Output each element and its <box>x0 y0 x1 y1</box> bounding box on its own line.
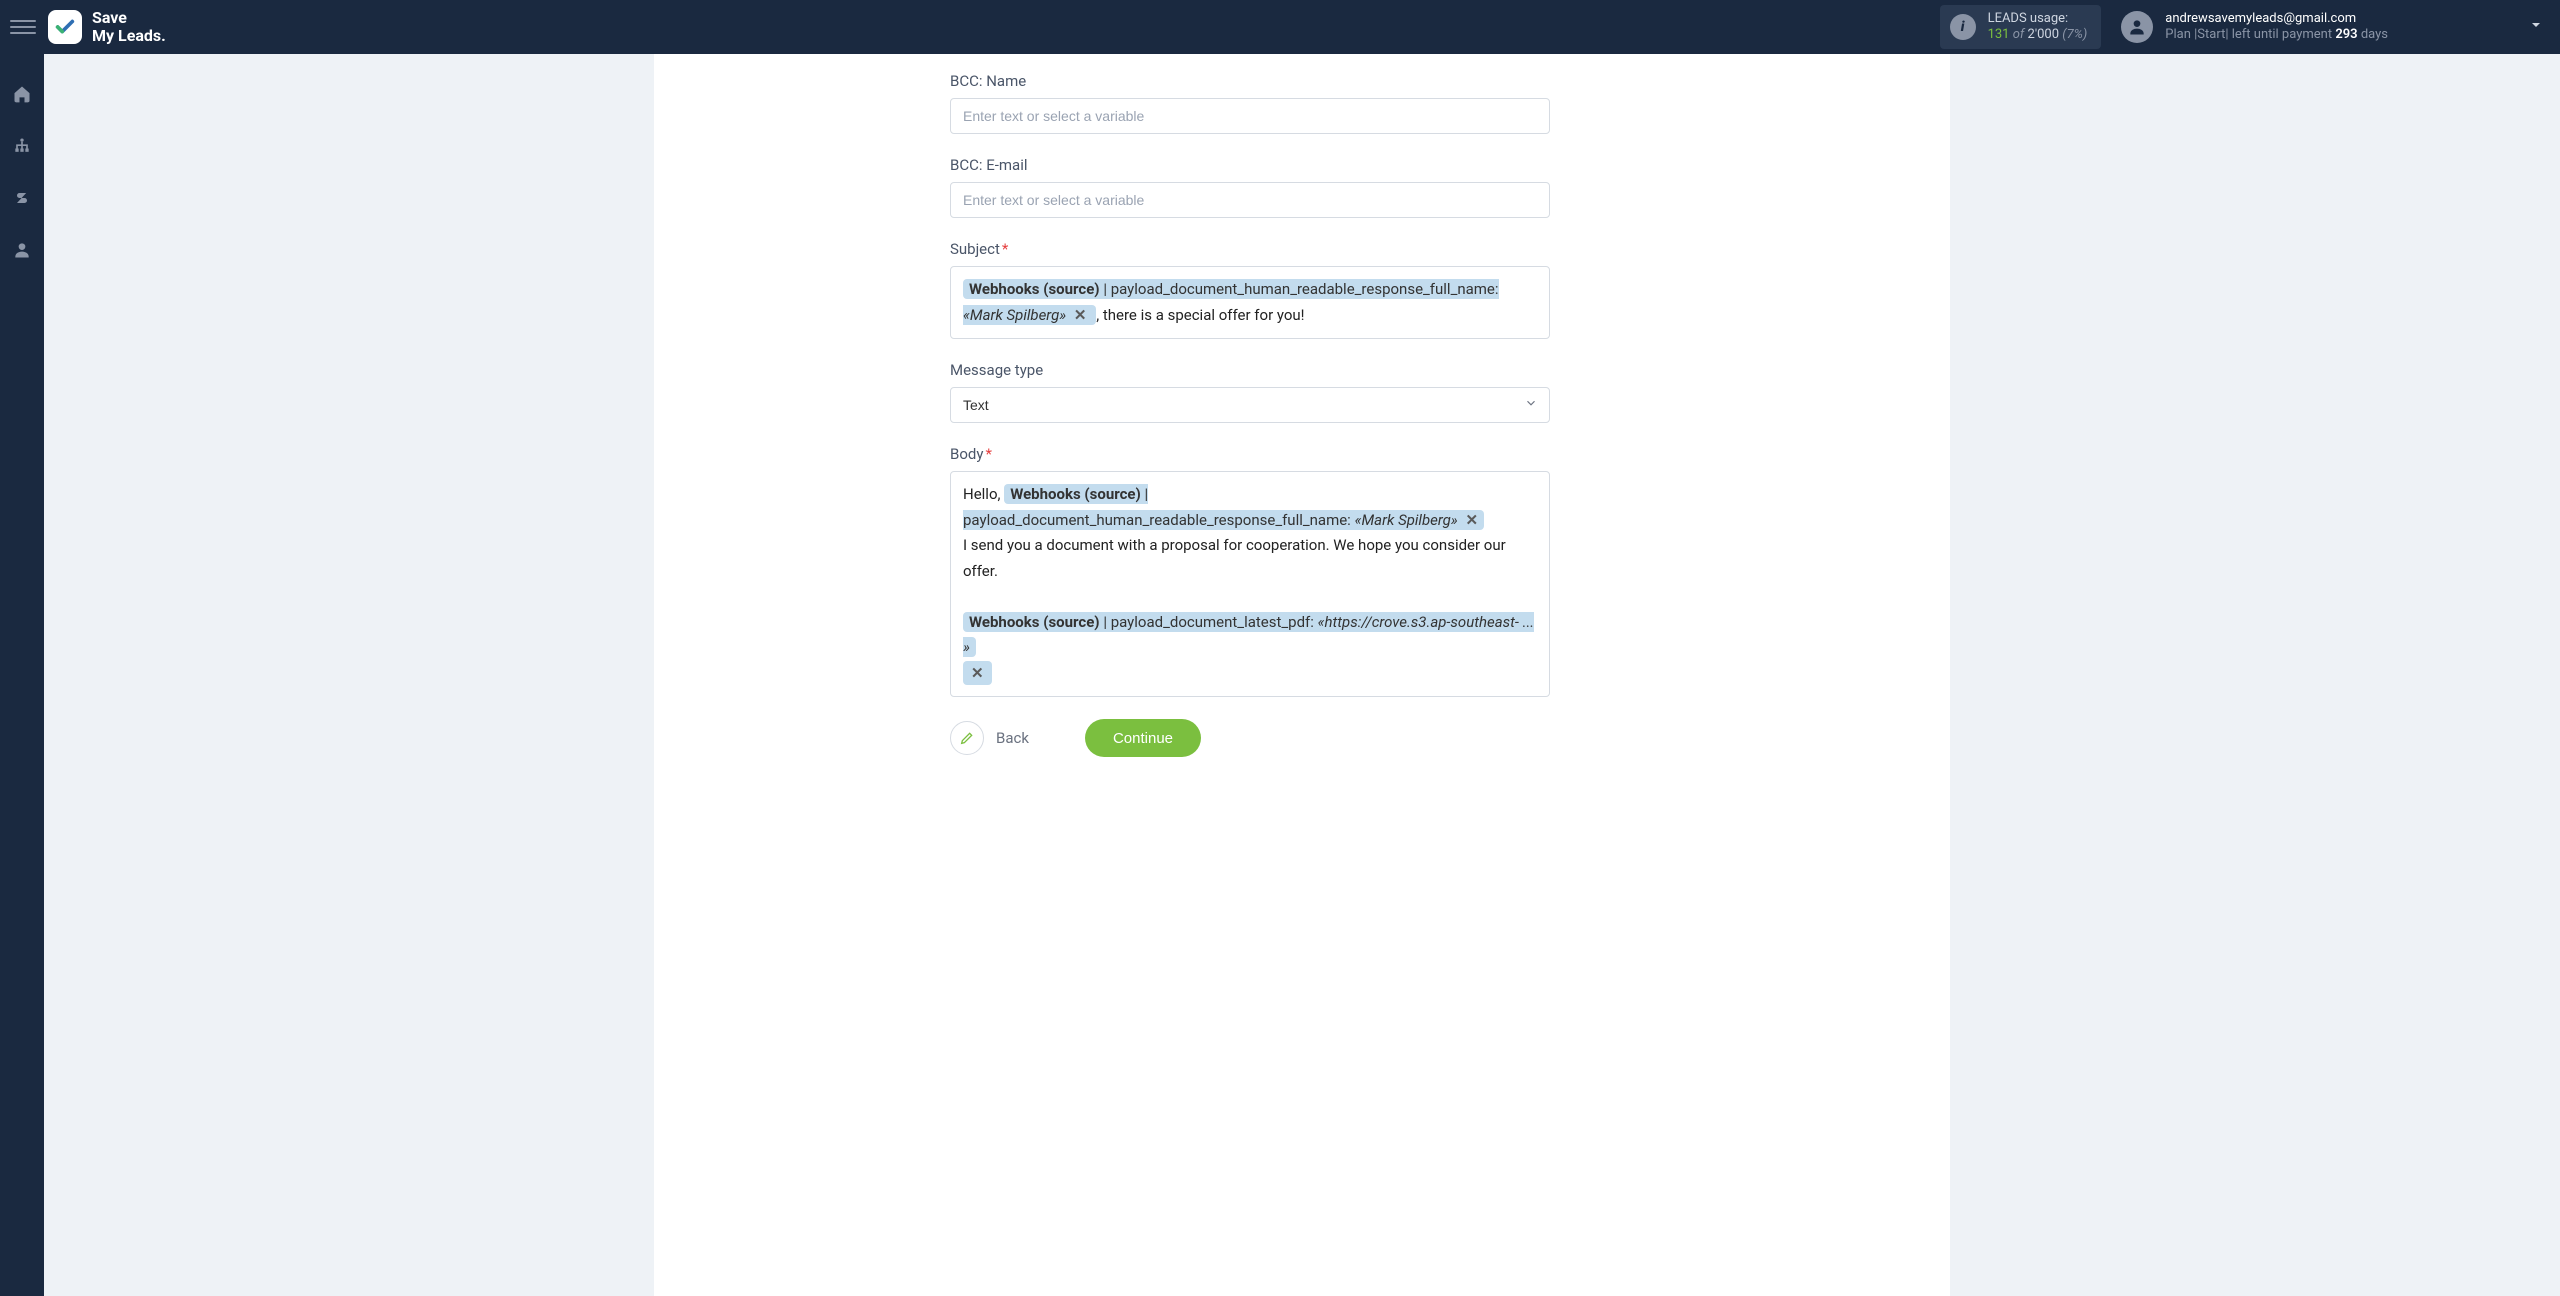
account-email: andrewsavemyleads@gmail.com <box>2165 11 2388 27</box>
avatar-icon <box>2121 11 2153 43</box>
subject-trailing-text: , there is a special offer for you! <box>1096 306 1304 324</box>
account-text: andrewsavemyleads@gmail.com Plan |Start|… <box>2165 11 2388 44</box>
app-header: Save My Leads i LEADS usage: 131 of 2'00… <box>0 0 2560 54</box>
usage-of: of <box>2013 27 2025 42</box>
subject-label: Subject* <box>950 240 1550 258</box>
usage-total: 2'000 <box>2028 27 2060 42</box>
form-card: BCC: Name BCC: E-mail Subject* Webhooks <box>654 54 1950 1296</box>
account-plan: Plan |Start| left until payment 293 days <box>2165 27 2388 43</box>
subject-input[interactable]: Webhooks (source) | payload_document_hum… <box>950 266 1550 339</box>
usage-used: 131 <box>1988 27 2010 42</box>
usage-text: LEADS usage: 131 of 2'000 (7%) <box>1988 11 2088 44</box>
account-widget[interactable]: andrewsavemyleads@gmail.com Plan |Start|… <box>2121 11 2388 44</box>
brand-text: Save My Leads <box>92 9 166 44</box>
body-label: Body* <box>950 445 1550 463</box>
brand-line1: Save <box>92 9 166 27</box>
chip-remove-icon[interactable]: ✕ <box>963 661 992 685</box>
message-type-label: Message type <box>950 361 1550 379</box>
message-type-select[interactable] <box>950 387 1550 423</box>
variable-chip[interactable]: Webhooks (source) | payload_document_lat… <box>963 612 1534 658</box>
main-content: BCC: Name BCC: E-mail Subject* Webhooks <box>44 54 2560 1296</box>
usage-label: LEADS usage: <box>1988 11 2088 27</box>
body-greeting: Hello, <box>963 485 1004 503</box>
nav-account-icon[interactable] <box>10 238 34 262</box>
body-input[interactable]: Hello, Webhooks (source) | payload_docum… <box>950 471 1550 697</box>
bcc-name-label: BCC: Name <box>950 72 1550 90</box>
usage-widget[interactable]: i LEADS usage: 131 of 2'000 (7%) <box>1940 5 2102 50</box>
sidebar-rail <box>0 54 44 1296</box>
menu-toggle-icon[interactable] <box>10 14 36 40</box>
info-icon: i <box>1950 14 1976 40</box>
back-label: Back <box>996 729 1029 747</box>
chip-remove-icon[interactable]: ✕ <box>1074 306 1087 324</box>
bcc-name-input[interactable] <box>950 98 1550 134</box>
bcc-email-input[interactable] <box>950 182 1550 218</box>
body-paragraph: I send you a document with a proposal fo… <box>963 533 1537 584</box>
nav-home-icon[interactable] <box>10 82 34 106</box>
brand-line2: My Leads <box>92 27 166 45</box>
variable-chip[interactable]: Webhooks (source) | payload_document_hum… <box>963 484 1484 530</box>
app-logo[interactable] <box>48 10 82 44</box>
edit-icon <box>950 721 984 755</box>
usage-pct: (7%) <box>2062 27 2087 42</box>
account-chevron-down-icon[interactable] <box>2528 17 2544 37</box>
bcc-email-label: BCC: E-mail <box>950 156 1550 174</box>
continue-button[interactable]: Continue <box>1085 719 1201 757</box>
chip-remove-icon[interactable]: ✕ <box>1465 511 1478 529</box>
nav-flows-icon[interactable] <box>10 134 34 158</box>
nav-billing-icon[interactable] <box>10 186 34 210</box>
back-button[interactable]: Back <box>950 721 1029 755</box>
